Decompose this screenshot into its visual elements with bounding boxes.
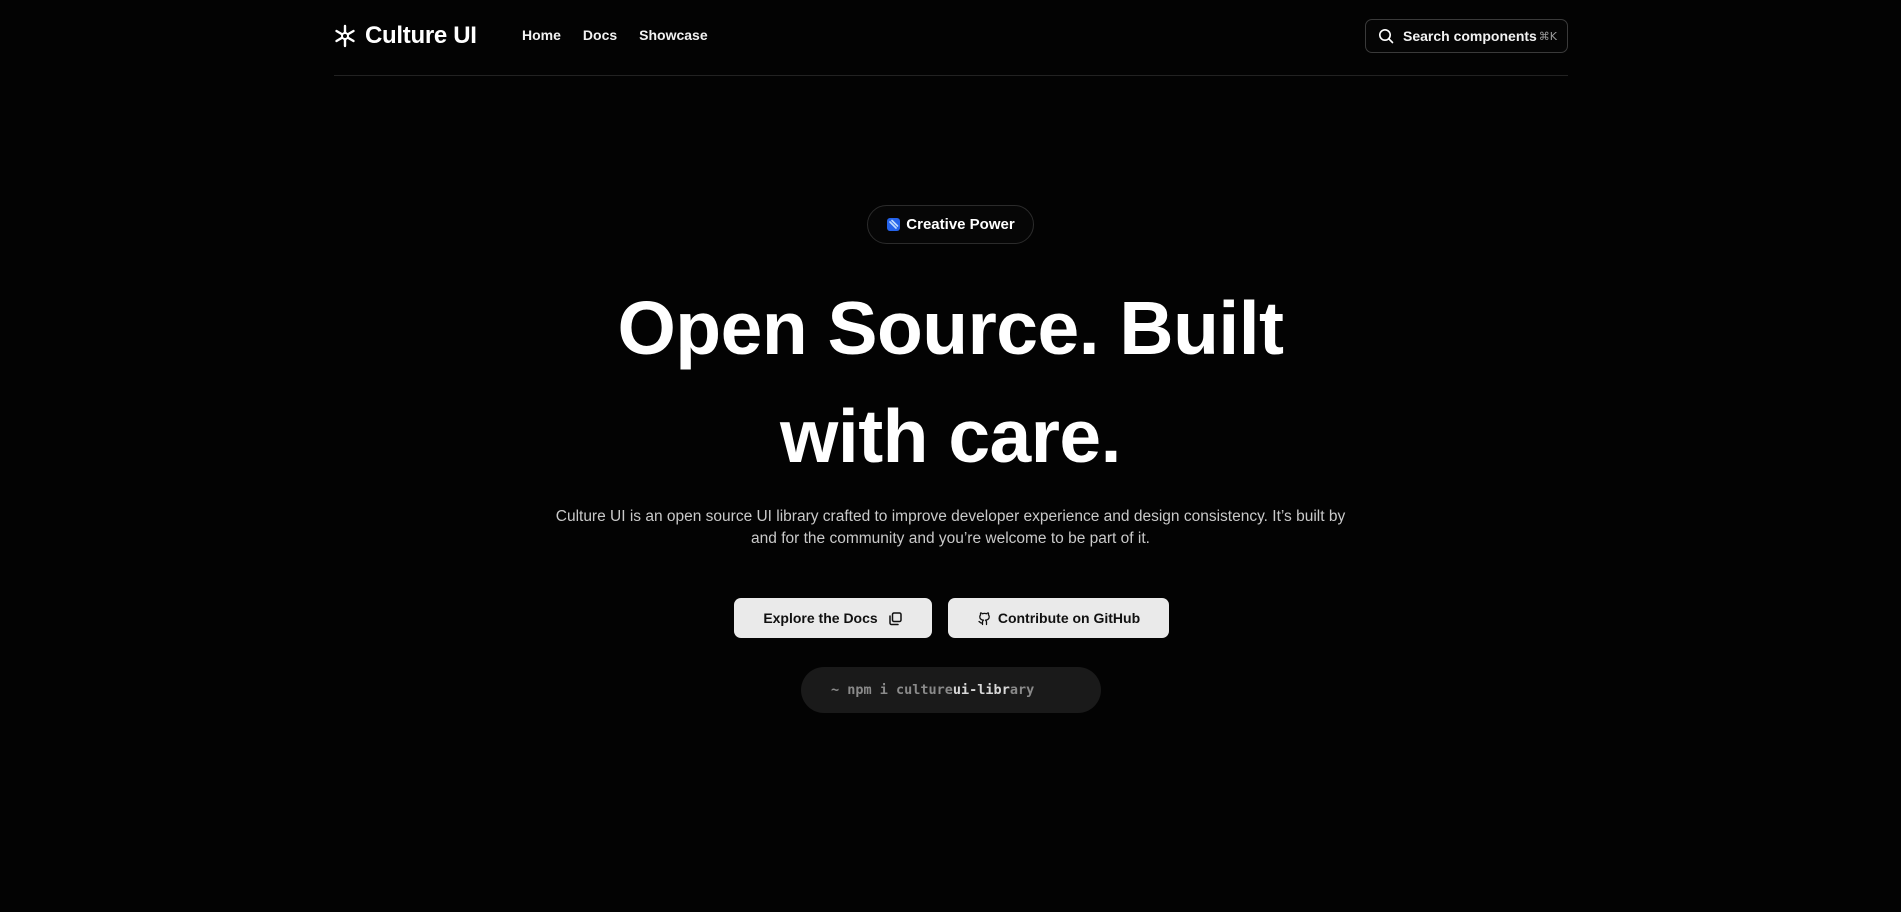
install-command[interactable]: ~ npm i culture ui-libr ary [801,667,1101,713]
headline-line-1: Open Source. Built [617,286,1284,370]
explore-docs-label: Explore the Docs [763,610,878,626]
copy-icon [888,611,902,625]
search-label: Search components [1403,28,1537,44]
brand-name: Culture UI [365,22,477,49]
contribute-github-button[interactable]: Contribute on GitHub [948,598,1169,638]
contribute-github-label: Contribute on GitHub [997,610,1141,626]
page: Culture UI Home Docs Showcase Search com… [0,0,1901,912]
snowflake-logo-icon [335,24,355,48]
sparkle-badge-icon [887,218,901,231]
hero-actions: Explore the Docs Contribute on GitHub [734,598,1169,638]
headline-line-2: with care. [780,394,1121,478]
install-command-highlight: ui-libr [952,682,1010,698]
brand-logo-link[interactable]: Culture UI [334,22,477,50]
install-command-suffix: ary [1009,682,1035,698]
keyboard-shortcut: ⌘K [1538,29,1557,43]
hero-headline: Open Source. Built with care. [0,274,1901,490]
search-icon [1379,29,1394,44]
explore-docs-button[interactable]: Explore the Docs [734,598,932,638]
github-icon [978,611,990,625]
badge-label: Creative Power [906,216,1015,233]
main-nav: Home Docs Showcase [522,26,708,44]
nav-item-showcase[interactable]: Showcase [639,26,707,44]
install-command-prefix: ~ npm i culture [831,682,953,698]
search-button[interactable]: Search components ⌘K [1365,19,1568,53]
nav-item-docs[interactable]: Docs [583,26,617,44]
site-header: Culture UI Home Docs Showcase Search com… [334,0,1568,76]
creative-power-badge[interactable]: Creative Power [867,205,1034,244]
hero-description: Culture UI is an open source UI library … [555,508,1346,547]
nav-item-home[interactable]: Home [522,26,561,44]
